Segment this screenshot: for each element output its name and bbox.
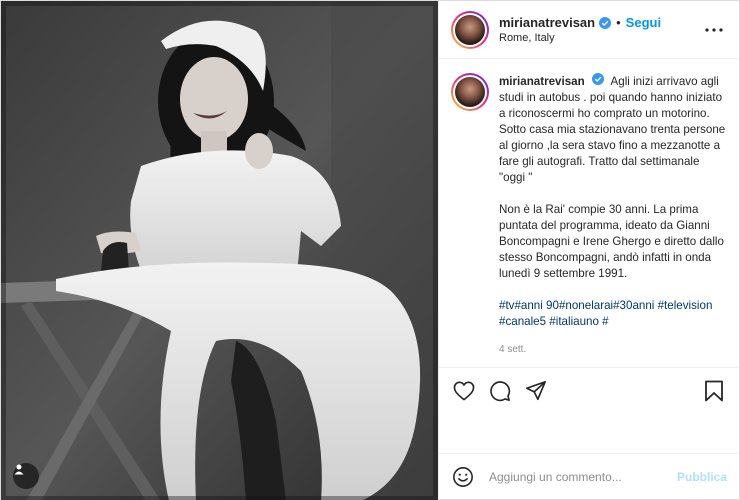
caption-avatar[interactable] <box>451 73 489 111</box>
caption-paragraph-2: Non è la Rai' compie 30 anni. La prima p… <box>499 203 724 280</box>
hashtag-link[interactable]: #tv <box>499 299 514 312</box>
photo-image <box>1 1 438 500</box>
hashtag-link[interactable]: #nonelarai <box>559 299 613 312</box>
publish-button[interactable]: Pubblica <box>677 470 727 484</box>
comment-input[interactable] <box>489 469 677 484</box>
verified-badge-icon <box>591 73 604 85</box>
caption-area: mirianatrevisan Agli inizi arrivavo agli… <box>439 59 739 367</box>
hashtags: #tv#anni 90#nonelarai#30anni #television… <box>499 298 727 330</box>
avatar-image <box>455 14 485 45</box>
location-link[interactable]: Rome, Italy <box>499 32 703 44</box>
hashtag-link[interactable]: # <box>602 315 608 328</box>
hashtag-link[interactable]: #television <box>658 299 713 312</box>
emoji-icon[interactable] <box>451 465 475 489</box>
instagram-post: mirianatrevisan • Segui Rome, Italy miri… <box>0 0 740 500</box>
post-photo[interactable] <box>1 1 438 500</box>
action-bar <box>439 367 739 413</box>
hashtag-link[interactable]: #italiauno <box>549 315 599 328</box>
caption-paragraph-1: Agli inizi arrivavo agli studi in autobu… <box>499 75 726 184</box>
separator-dot: • <box>616 15 621 30</box>
comment-form: Pubblica <box>439 453 739 499</box>
caption-username[interactable]: mirianatrevisan <box>499 75 585 88</box>
likes-area <box>439 413 739 453</box>
avatar[interactable] <box>451 10 489 49</box>
header-meta: mirianatrevisan • Segui Rome, Italy <box>499 15 703 44</box>
verified-badge-icon <box>599 16 612 29</box>
hashtag-link[interactable]: #anni 90 <box>514 299 558 312</box>
post-header: mirianatrevisan • Segui Rome, Italy <box>439 1 739 59</box>
paper-plane-icon[interactable] <box>523 378 549 404</box>
username-link[interactable]: mirianatrevisan <box>499 15 595 30</box>
follow-button[interactable]: Segui <box>626 15 661 30</box>
caption-text: mirianatrevisan Agli inizi arrivavo agli… <box>499 73 727 358</box>
post-details-panel: mirianatrevisan • Segui Rome, Italy miri… <box>438 1 739 499</box>
bookmark-icon[interactable] <box>701 378 727 404</box>
post-age: 4 sett. <box>499 344 527 355</box>
hashtag-link[interactable]: #30anni <box>613 299 654 312</box>
heart-icon[interactable] <box>451 378 477 404</box>
hashtag-link[interactable]: #canale5 <box>499 315 546 328</box>
user-tag-icon[interactable] <box>13 463 39 489</box>
more-options-icon[interactable] <box>703 19 725 41</box>
comment-icon[interactable] <box>487 378 513 404</box>
